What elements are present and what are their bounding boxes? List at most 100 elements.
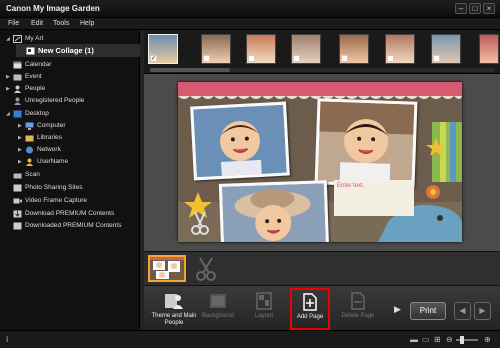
next-page-button[interactable]: ▶ xyxy=(474,302,491,320)
zoom-slider-handle[interactable] xyxy=(460,336,464,344)
sidebar-item-label: New Collage (1) xyxy=(38,46,94,55)
fit-view-icon[interactable]: ⊞ xyxy=(434,335,441,344)
sidebar-item-my-art[interactable]: ◢ My Art xyxy=(6,33,43,44)
collage-photo-3[interactable] xyxy=(218,180,330,242)
close-button[interactable]: × xyxy=(483,3,495,14)
photo-thumbnail[interactable] xyxy=(431,34,461,64)
zoom-in-icon[interactable]: ⊕ xyxy=(484,335,491,344)
status-bar: ⅰ ▬ ▭ ⊞ ⊖ ⊕ xyxy=(0,330,500,348)
expand-arrow-icon[interactable]: ▶ xyxy=(6,74,13,80)
page-thumbnail[interactable] xyxy=(148,255,186,282)
sidebar-item-people[interactable]: ▶ People xyxy=(6,83,45,94)
photo-thumbnail[interactable] xyxy=(291,34,321,64)
background-button[interactable]: Background xyxy=(194,289,242,329)
menu-tools[interactable]: Tools xyxy=(53,20,69,27)
sidebar-item-calendar[interactable]: Calendar xyxy=(13,59,51,70)
user-folder-icon xyxy=(25,158,34,166)
print-button[interactable]: Print xyxy=(410,302,446,320)
selected-checkbox[interactable]: ✓ xyxy=(150,55,157,62)
more-tools-arrow-icon[interactable]: ▶ xyxy=(394,304,401,315)
maximize-button[interactable]: □ xyxy=(469,3,481,14)
previous-page-button[interactable]: ◀ xyxy=(454,302,471,320)
sidebar-item-label: Libraries xyxy=(37,134,62,141)
checkbox[interactable] xyxy=(433,55,440,62)
photo-thumbnail[interactable] xyxy=(479,34,499,64)
checkbox[interactable] xyxy=(341,55,348,62)
sidebar-item-event[interactable]: ▶ Event xyxy=(6,71,42,82)
theme-and-main-people-button[interactable]: Theme and Main People xyxy=(150,289,198,329)
expand-arrow-icon[interactable]: ▶ xyxy=(18,123,25,129)
edit-canvas: Enter text. xyxy=(144,74,500,251)
collage-icon xyxy=(26,47,35,55)
photo-thumbnail[interactable] xyxy=(246,34,276,64)
bottom-toolbar: Theme and Main People Background Layout … xyxy=(144,285,500,330)
sidebar-item-download-premium[interactable]: Download PREMIUM Contents xyxy=(13,208,114,219)
unregistered-person-icon xyxy=(13,97,22,105)
scrollbar-thumb[interactable] xyxy=(150,68,230,72)
collapse-arrow-icon[interactable]: ◢ xyxy=(6,111,13,117)
minimize-button[interactable]: – xyxy=(455,3,467,14)
sidebar-item-label: Photo Sharing Sites xyxy=(25,184,83,191)
expand-arrow-icon[interactable]: ▶ xyxy=(6,86,13,92)
add-page-icon xyxy=(303,293,317,311)
child-photo xyxy=(193,104,287,178)
sidebar-item-label: My Art xyxy=(25,35,44,42)
sidebar-item-username[interactable]: ▶ UserName xyxy=(18,156,68,167)
text-placeholder[interactable]: Enter text. xyxy=(337,183,364,189)
scissors-icon xyxy=(196,257,216,281)
menu-file[interactable]: File xyxy=(8,20,19,27)
background-icon xyxy=(210,294,226,308)
photo-thumbnail[interactable]: ✓ xyxy=(148,34,178,64)
child-photo xyxy=(317,101,415,185)
expand-arrow-icon[interactable]: ▶ xyxy=(18,159,25,165)
info-icon[interactable]: ⅰ xyxy=(6,335,8,344)
sidebar-item-label: Event xyxy=(25,73,42,80)
page-thumbnail-strip xyxy=(144,251,500,285)
filmstrip-scrollbar[interactable] xyxy=(150,68,495,72)
view-mode-icon[interactable]: ▬ xyxy=(410,335,418,344)
photo-thumbnail[interactable] xyxy=(339,34,369,64)
add-page-button[interactable]: Add Page xyxy=(290,288,330,330)
collage-photo-2[interactable] xyxy=(314,98,418,188)
sidebar-item-new-collage[interactable]: New Collage (1) xyxy=(16,44,140,57)
person-icon xyxy=(13,85,22,93)
checkbox[interactable] xyxy=(293,55,300,62)
sidebar-item-network[interactable]: ▶ Network xyxy=(18,144,61,155)
sidebar-item-computer[interactable]: ▶ Computer xyxy=(18,120,66,131)
text-box[interactable]: Enter text. xyxy=(334,180,414,216)
title-bar: Canon My Image Garden – □ × xyxy=(0,0,500,18)
sidebar-item-label: Video Frame Capture xyxy=(25,197,88,204)
menu-help[interactable]: Help xyxy=(80,20,94,27)
sidebar-item-label: Calendar xyxy=(25,61,52,68)
sidebar-item-photo-sharing-sites[interactable]: Photo Sharing Sites xyxy=(13,182,82,193)
sidebar-item-unregistered-people[interactable]: Unregistered People xyxy=(13,95,84,106)
tool-label: Background xyxy=(201,313,235,319)
expand-arrow-icon[interactable]: ▶ xyxy=(18,135,25,141)
sidebar-item-scan[interactable]: Scan xyxy=(13,169,40,180)
checkbox[interactable] xyxy=(387,55,394,62)
sidebar-item-downloaded-premium[interactable]: Downloaded PREMIUM Contents xyxy=(13,220,121,231)
full-view-icon[interactable]: ▭ xyxy=(422,335,430,344)
zoom-out-icon[interactable]: ⊖ xyxy=(446,335,453,344)
network-icon xyxy=(25,146,34,154)
photo-thumbnail[interactable] xyxy=(385,34,415,64)
sidebar-item-libraries[interactable]: ▶ Libraries xyxy=(18,132,62,143)
sidebar-item-label: Unregistered People xyxy=(25,97,85,104)
desktop-icon xyxy=(13,110,22,118)
sidebar-item-label: UserName xyxy=(37,158,69,165)
checkbox[interactable] xyxy=(248,55,255,62)
collage-photo-1[interactable] xyxy=(190,101,290,181)
collapse-arrow-icon[interactable]: ◢ xyxy=(6,36,13,42)
delete-page-button[interactable]: Delete Page xyxy=(334,289,382,329)
delete-page-icon xyxy=(351,292,365,310)
photo-thumbnail[interactable] xyxy=(201,34,231,64)
menu-edit[interactable]: Edit xyxy=(31,20,43,27)
layout-button[interactable]: Layout xyxy=(240,289,288,329)
tool-label: Delete Page xyxy=(341,313,375,319)
sidebar-item-video-frame-capture[interactable]: Video Frame Capture xyxy=(13,195,87,206)
expand-arrow-icon[interactable]: ▶ xyxy=(18,147,25,153)
scanner-icon xyxy=(13,171,22,179)
checkbox[interactable] xyxy=(203,55,210,62)
collage-page[interactable]: Enter text. xyxy=(178,82,462,242)
sidebar-item-desktop[interactable]: ◢ Desktop xyxy=(6,108,49,119)
